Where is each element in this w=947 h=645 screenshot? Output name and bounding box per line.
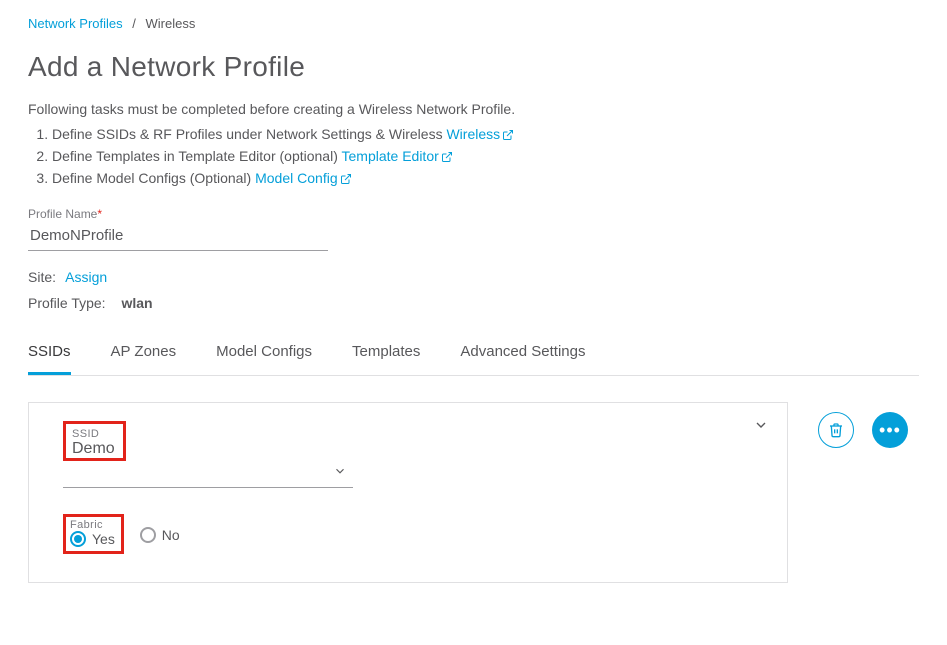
radio-icon [140,527,156,543]
fabric-field: Fabric Yes No [63,514,763,554]
trash-icon [828,422,844,438]
task-item: Define Templates in Template Editor (opt… [52,145,919,167]
fabric-highlight-box: Fabric Yes [63,514,124,554]
more-actions-button[interactable]: ••• [872,412,908,448]
external-link-icon [502,129,514,141]
fabric-label: Fabric [70,519,115,531]
required-marker: * [97,207,102,221]
tab-ssids[interactable]: SSIDs [28,333,71,375]
page-title: Add a Network Profile [28,51,919,83]
assign-site-link[interactable]: Assign [65,269,107,285]
model-config-link[interactable]: Model Config [255,170,352,186]
profile-name-input[interactable] [28,221,328,251]
prereq-task-list: Define SSIDs & RF Profiles under Network… [52,123,919,189]
fabric-radio-yes[interactable]: Yes [70,531,115,547]
tab-ap-zones[interactable]: AP Zones [111,333,177,375]
profile-type-value: wlan [121,295,152,311]
template-editor-link[interactable]: Template Editor [342,148,453,164]
radio-label: Yes [92,531,115,547]
fabric-radio-no[interactable]: No [140,527,180,543]
profile-type-label: Profile Type: [28,295,106,311]
radio-icon [70,531,86,547]
card-side-actions: ••• [818,412,908,448]
collapse-toggle[interactable] [753,417,769,436]
site-row: Site: Assign [28,269,919,285]
wireless-link[interactable]: Wireless [446,126,514,142]
task-text: Define SSIDs & RF Profiles under Network… [52,126,443,142]
ssid-selected-value: Demo [72,440,115,458]
breadcrumb-current: Wireless [146,16,196,31]
ssid-highlight-box: SSID Demo [63,421,126,461]
tab-advanced-settings[interactable]: Advanced Settings [460,333,585,375]
profile-name-label: Profile Name* [28,207,919,221]
site-label: Site: [28,269,56,285]
intro-text: Following tasks must be completed before… [28,101,919,117]
profile-type-row: Profile Type: wlan [28,295,919,311]
external-link-icon [441,151,453,163]
chevron-down-icon [333,464,347,481]
breadcrumb-separator: / [132,16,136,31]
profile-name-field: Profile Name* [28,207,919,251]
dots-horizontal-icon: ••• [879,421,901,439]
ssid-field: SSID Demo [63,421,353,488]
ssid-label: SSID [72,428,115,440]
breadcrumb: Network Profiles / Wireless [28,16,919,31]
tab-model-configs[interactable]: Model Configs [216,333,312,375]
external-link-icon [340,173,352,185]
chevron-down-icon [753,417,769,433]
task-item: Define SSIDs & RF Profiles under Network… [52,123,919,145]
radio-label: No [162,527,180,543]
ssid-card: SSID Demo Fabric Yes No [28,402,788,583]
ssid-select[interactable] [63,460,353,488]
profile-tabs: SSIDs AP Zones Model Configs Templates A… [28,333,919,376]
task-text: Define Templates in Template Editor (opt… [52,148,338,164]
breadcrumb-root-link[interactable]: Network Profiles [28,16,123,31]
tab-templates[interactable]: Templates [352,333,420,375]
task-text: Define Model Configs (Optional) [52,170,251,186]
task-item: Define Model Configs (Optional) Model Co… [52,167,919,189]
delete-button[interactable] [818,412,854,448]
